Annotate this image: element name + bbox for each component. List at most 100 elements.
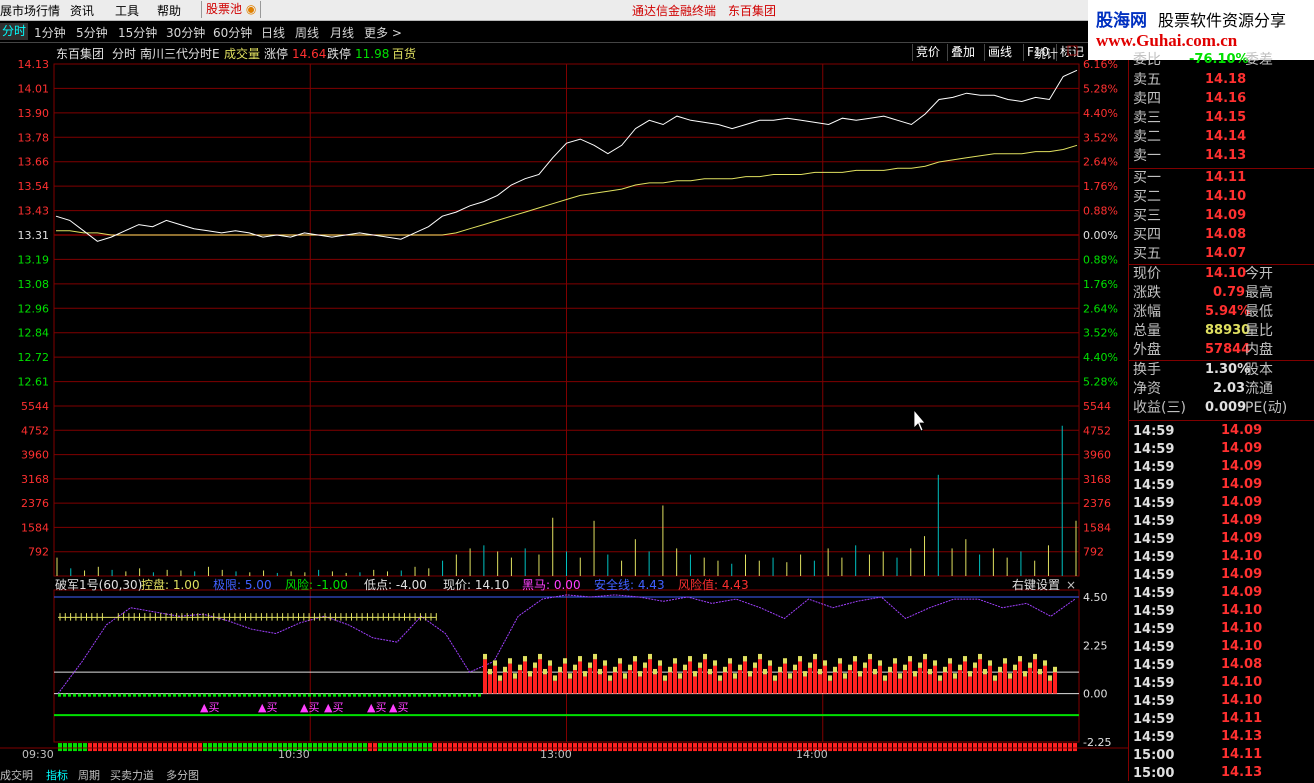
trend-band [683, 743, 687, 752]
histogram-top [853, 656, 857, 662]
histogram-bar [473, 693, 476, 697]
histogram-top [848, 664, 852, 671]
period-60min[interactable]: 60分钟 [213, 24, 252, 41]
trend-band [73, 743, 77, 752]
histogram-top [498, 675, 502, 681]
trend-band [403, 743, 407, 752]
histogram-bar [88, 693, 91, 697]
histogram-bar [798, 661, 802, 694]
histogram-bar [558, 672, 562, 694]
trend-band [518, 743, 522, 752]
tab-period[interactable]: 周期 [78, 769, 100, 781]
histogram-bar [643, 667, 647, 694]
trend-band [98, 743, 102, 752]
trend-band [203, 743, 207, 752]
indicator-settings[interactable]: 右键设置 [1012, 577, 1060, 592]
trend-band [653, 743, 657, 752]
period-5min[interactable]: 5分钟 [76, 24, 108, 41]
histogram-bar [243, 693, 246, 697]
volume-tick-label: 4752 [1083, 424, 1111, 437]
histogram-bar [303, 693, 306, 697]
trend-band [513, 743, 517, 752]
trend-band [668, 743, 672, 752]
intraday-chart[interactable]: 东百集团 分时 南川三代分时E 成交量 涨停 14.64 跌停 11.98 百货… [0, 42, 1128, 781]
period-intraday[interactable]: 分时 [0, 23, 29, 40]
ask2-row: 卖二 14.14 [1133, 129, 1247, 145]
histogram-bar [373, 693, 376, 697]
histogram-bar [883, 680, 887, 694]
histogram-top [748, 671, 752, 677]
stats-button[interactable]: 统计 [1034, 47, 1058, 61]
histogram-bar [793, 670, 797, 694]
histogram-bar [213, 693, 216, 697]
trend-band [423, 743, 427, 752]
histogram-top [1028, 662, 1032, 668]
histogram-top [588, 662, 592, 668]
histogram-top [758, 653, 762, 660]
period-15min[interactable]: 15分钟 [118, 24, 157, 41]
tab-multi[interactable]: 多分图 [166, 768, 199, 781]
trend-band [663, 743, 667, 752]
histogram-bar [758, 659, 762, 694]
trend-band [913, 743, 917, 752]
tab-indicator[interactable]: 指标 [46, 768, 68, 781]
histogram-bar [748, 676, 752, 694]
volume-tick-label: 3960 [21, 449, 49, 462]
trend-band [708, 743, 712, 752]
histogram-top [743, 656, 747, 662]
histogram-bar [363, 693, 366, 697]
tab-buysell[interactable]: 买卖力道 [110, 768, 154, 781]
histogram-bar [563, 663, 567, 694]
period-daily[interactable]: 日线 [261, 24, 285, 41]
period-30min[interactable]: 30分钟 [166, 24, 205, 41]
histogram-top [723, 666, 727, 673]
tick-row: 15:00 14.13 [1133, 765, 1263, 781]
histogram-bar [878, 665, 882, 694]
histogram-bar [508, 663, 512, 694]
histogram-bar [833, 672, 837, 694]
histogram-top [858, 671, 862, 677]
menu-market[interactable]: 展市场行情 [0, 2, 60, 19]
pct-tick-label: 0.00% [1083, 229, 1118, 242]
trend-band [488, 743, 492, 752]
trend-band [533, 743, 537, 752]
histogram-top [718, 675, 722, 681]
histogram-bar [783, 663, 787, 694]
limit-up-value: 14.64 [292, 47, 326, 61]
menu-news[interactable]: 资讯 [70, 2, 94, 19]
histogram-bar [928, 674, 932, 694]
histogram-top [593, 653, 597, 660]
period-1min[interactable]: 1分钟 [34, 24, 66, 41]
stock-pool-button[interactable]: 股票池 ◉ [201, 1, 262, 18]
indicator-close-icon[interactable]: × [1066, 578, 1076, 592]
menu-tools[interactable]: 工具 [115, 2, 139, 19]
histogram-bar [498, 680, 502, 694]
tab-trades[interactable]: 成交明 [0, 768, 33, 781]
histogram-top [998, 666, 1002, 673]
pct-tick-label: 4.40% [1083, 107, 1118, 120]
histogram-bar [173, 693, 176, 697]
trend-band [973, 743, 977, 752]
trend-band [638, 743, 642, 752]
period-more[interactable]: 更多 > [364, 24, 402, 41]
trend-band [88, 743, 92, 752]
trend-band [1053, 743, 1057, 752]
pct-tick-label: 5.28% [1083, 82, 1118, 95]
histogram-bar [358, 693, 361, 697]
indicator-axis: 4.50 2.25 0.00 -2.25 [1083, 591, 1111, 749]
trend-band [508, 743, 512, 752]
histogram-bar [338, 693, 341, 697]
tick-row: 14:59 14.10 [1133, 549, 1263, 565]
histogram-bar [1028, 667, 1032, 694]
trend-band [153, 743, 157, 752]
period-monthly[interactable]: 月线 [330, 24, 354, 41]
histogram-bar [668, 672, 672, 694]
trend-band [728, 743, 732, 752]
period-weekly[interactable]: 周线 [295, 24, 319, 41]
histogram-top [773, 675, 777, 681]
mouse-cursor-icon [913, 408, 926, 432]
menu-help[interactable]: 帮助 [157, 2, 181, 19]
stats-box-icon[interactable] [1067, 45, 1078, 56]
trend-band [893, 743, 897, 752]
histogram-bar [158, 693, 161, 697]
